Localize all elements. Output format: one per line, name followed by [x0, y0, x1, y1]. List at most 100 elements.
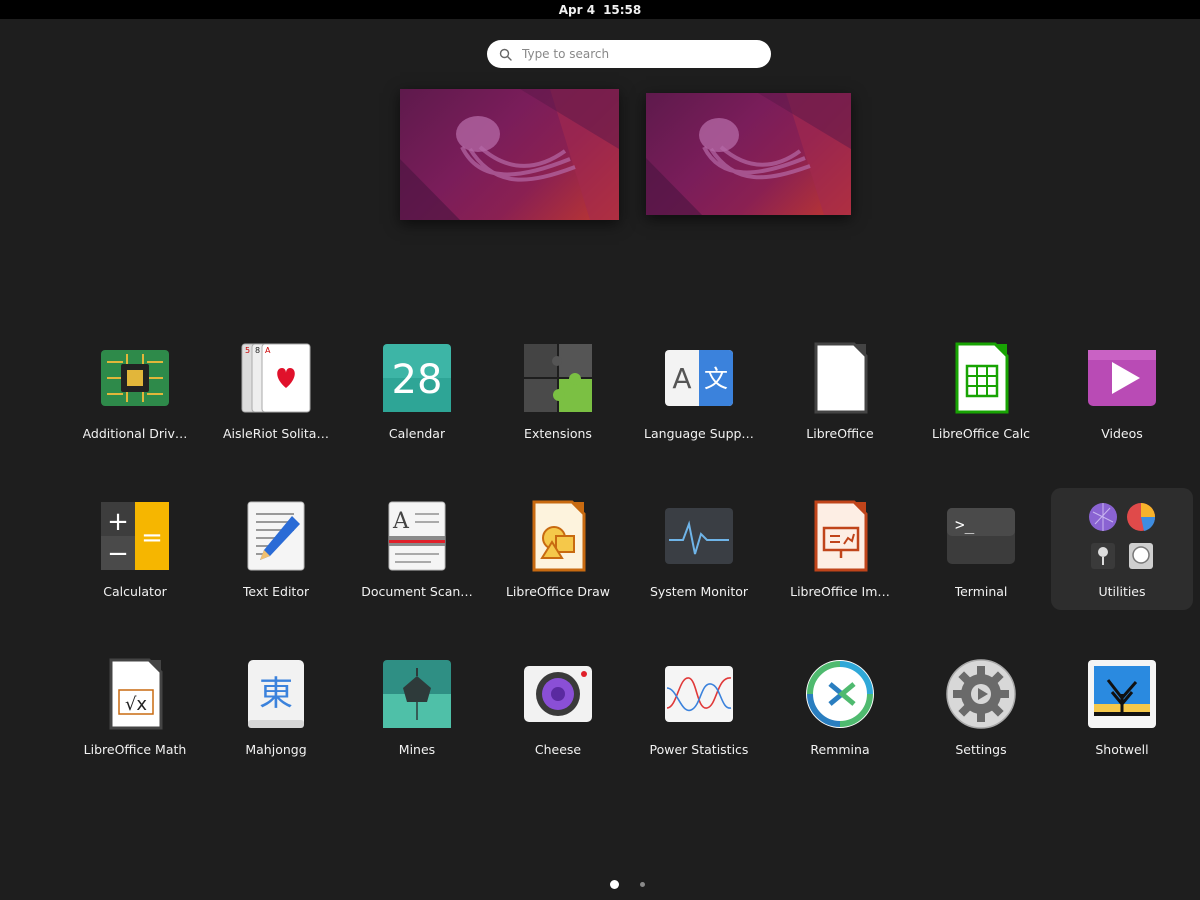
libreoffice-impress-icon: [804, 500, 876, 572]
app-folder-utilities[interactable]: Utilities: [1051, 488, 1193, 610]
app-label: Additional Driv…: [83, 426, 188, 441]
app-label: Remmina: [810, 742, 869, 757]
app-mahjongg[interactable]: 東 Mahjongg: [205, 646, 347, 768]
app-label: Extensions: [524, 426, 592, 441]
puzzle-icon: [522, 342, 594, 414]
svg-text:=: =: [141, 523, 163, 553]
mahjongg-icon: 東: [240, 658, 312, 730]
app-label: LibreOffice Draw: [506, 584, 610, 599]
calculator-icon: + − =: [99, 500, 171, 572]
app-label: Videos: [1101, 426, 1143, 441]
remmina-icon: [804, 658, 876, 730]
libreoffice-draw-icon: [522, 500, 594, 572]
page-dot-1[interactable]: [610, 880, 619, 889]
app-label: LibreOffice Calc: [932, 426, 1030, 441]
app-label: LibreOffice Math: [84, 742, 187, 757]
app-label: Calculator: [103, 584, 166, 599]
workspace-thumbnail-2[interactable]: [646, 93, 851, 215]
shotwell-icon: [1086, 658, 1158, 730]
svg-text:√x: √x: [125, 694, 147, 715]
top-bar: Apr 4 15:58: [0, 0, 1200, 19]
app-label: Document Scan…: [361, 584, 473, 599]
page-dot-2[interactable]: [640, 882, 645, 887]
svg-text:A: A: [392, 509, 410, 534]
app-libreoffice-impress[interactable]: LibreOffice Im…: [769, 488, 911, 610]
app-grid: Additional Driv… 5 8 A AisleRiot Solita……: [64, 330, 1200, 800]
app-additional-drivers[interactable]: Additional Driv…: [64, 330, 206, 452]
videos-icon: [1086, 342, 1158, 414]
svg-text:東: 東: [259, 674, 293, 714]
mines-icon: [381, 658, 453, 730]
app-terminal[interactable]: >_ Terminal: [910, 488, 1052, 610]
app-power-statistics[interactable]: Power Statistics: [628, 646, 770, 768]
app-settings[interactable]: Settings: [910, 646, 1052, 768]
app-libreoffice-draw[interactable]: LibreOffice Draw: [487, 488, 629, 610]
app-label: LibreOffice: [806, 426, 873, 441]
app-label: Utilities: [1098, 584, 1145, 599]
svg-text:A: A: [672, 362, 691, 395]
document-scanner-icon: A: [381, 500, 453, 572]
app-label: System Monitor: [650, 584, 748, 599]
app-label: Power Statistics: [650, 742, 749, 757]
app-mines[interactable]: Mines: [346, 646, 488, 768]
app-label: Calendar: [389, 426, 445, 441]
svg-text:−: −: [107, 539, 129, 569]
app-system-monitor[interactable]: System Monitor: [628, 488, 770, 610]
jellyfish-wallpaper: [400, 89, 619, 220]
terminal-icon: >_: [945, 500, 1017, 572]
app-label: Mines: [399, 742, 435, 757]
workspace-thumbnail-1[interactable]: [400, 89, 619, 220]
calendar-day: 28: [392, 357, 443, 403]
app-label: Settings: [955, 742, 1006, 757]
power-statistics-icon: [663, 658, 735, 730]
page-indicator: [0, 880, 1200, 890]
calendar-icon: 28: [381, 342, 453, 414]
app-libreoffice[interactable]: LibreOffice: [769, 330, 911, 452]
search-input[interactable]: [520, 46, 754, 62]
language-icon: A 文: [663, 342, 735, 414]
cheese-icon: [522, 658, 594, 730]
app-extensions[interactable]: Extensions: [487, 330, 629, 452]
app-label: AisleRiot Solita…: [223, 426, 329, 441]
app-label: Shotwell: [1095, 742, 1148, 757]
app-remmina[interactable]: Remmina: [769, 646, 911, 768]
app-language-support[interactable]: A 文 Language Supp…: [628, 330, 770, 452]
app-label: Text Editor: [243, 584, 309, 599]
app-label: Mahjongg: [245, 742, 306, 757]
app-aisleriot-solitaire[interactable]: 5 8 A AisleRiot Solita…: [205, 330, 347, 452]
app-label: LibreOffice Im…: [790, 584, 890, 599]
jellyfish-wallpaper: [646, 93, 851, 215]
app-calculator[interactable]: + − = Calculator: [64, 488, 206, 610]
clock-date: Apr 4: [559, 3, 595, 17]
svg-text:文: 文: [704, 365, 728, 393]
utilities-folder-icon: [1086, 500, 1158, 572]
libreoffice-calc-icon: [945, 342, 1017, 414]
app-cheese[interactable]: Cheese: [487, 646, 629, 768]
cards-icon: 5 8 A: [240, 342, 312, 414]
svg-text:5: 5: [245, 346, 250, 355]
app-document-scanner[interactable]: A Document Scan…: [346, 488, 488, 610]
app-label: Terminal: [955, 584, 1008, 599]
app-label: Cheese: [535, 742, 581, 757]
app-videos[interactable]: Videos: [1051, 330, 1193, 452]
system-monitor-icon: [663, 500, 735, 572]
clock[interactable]: Apr 4 15:58: [559, 3, 642, 17]
libreoffice-math-icon: √x: [99, 658, 171, 730]
settings-icon: [945, 658, 1017, 730]
search-box[interactable]: [487, 40, 771, 68]
app-libreoffice-calc[interactable]: LibreOffice Calc: [910, 330, 1052, 452]
app-shotwell[interactable]: Shotwell: [1051, 646, 1193, 768]
clock-time: 15:58: [603, 3, 641, 17]
app-text-editor[interactable]: Text Editor: [205, 488, 347, 610]
libreoffice-icon: [804, 342, 876, 414]
app-calendar[interactable]: 28 Calendar: [346, 330, 488, 452]
app-libreoffice-math[interactable]: √x LibreOffice Math: [64, 646, 206, 768]
chip-icon: [99, 342, 171, 414]
svg-text:+: +: [107, 507, 129, 537]
search-icon: [499, 48, 512, 61]
text-editor-icon: [240, 500, 312, 572]
svg-text:A: A: [265, 346, 271, 355]
app-label: Language Supp…: [644, 426, 754, 441]
svg-text:8: 8: [255, 346, 260, 355]
svg-text:>_: >_: [955, 515, 975, 534]
